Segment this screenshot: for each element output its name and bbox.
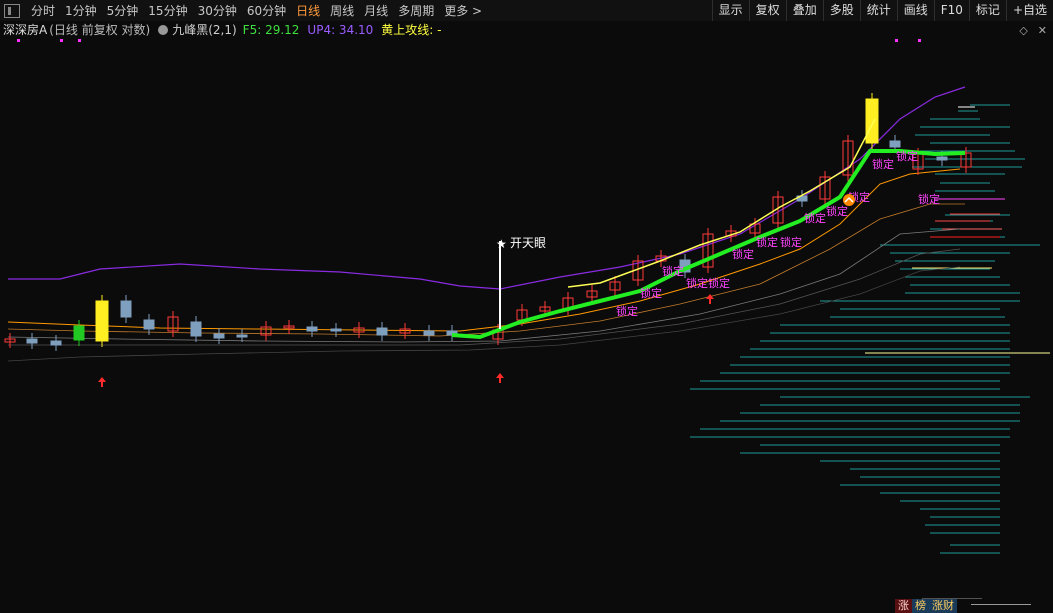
tab-15min[interactable]: 15分钟 [143, 2, 192, 19]
display-button[interactable]: 显示 [711, 0, 749, 21]
candle-body [95, 300, 109, 342]
tab-more[interactable]: 更多 > [439, 2, 487, 19]
lock-label: 锁定 [896, 149, 918, 163]
marker-dot [78, 39, 81, 42]
tag-rank[interactable]: 榜 [912, 599, 929, 613]
tab-weekly[interactable]: 周线 [325, 2, 359, 19]
tab-multi-period[interactable]: 多周期 [393, 2, 439, 19]
marker-dot [895, 39, 898, 42]
marker-circle-icon [843, 194, 855, 206]
bottom-divider [971, 604, 1031, 605]
candle-body [73, 325, 85, 341]
lock-label: 锁定 [918, 192, 940, 206]
candle-body [306, 326, 318, 332]
tab-30min[interactable]: 30分钟 [193, 2, 242, 19]
bottom-tags: 涨 榜 涨财 [895, 599, 957, 613]
lock-label: 锁定 [662, 264, 684, 278]
tab-fenshi[interactable]: 分时 [26, 2, 60, 19]
candle-body [936, 156, 948, 161]
candle-body [236, 334, 248, 338]
diamond-icon[interactable]: ◇ [1019, 24, 1027, 37]
candle-body [376, 327, 388, 336]
buy-arrow-icon [98, 377, 106, 387]
tag-rise[interactable]: 涨 [895, 599, 912, 613]
right-menu: 显示 复权 叠加 多股 统计 画线 F10 标记 +自选 [711, 0, 1053, 21]
upper-band-line [8, 86, 966, 290]
adjust-button[interactable]: 复权 [748, 0, 786, 21]
close-icon[interactable]: ✕ [1038, 24, 1047, 37]
top-toolbar: 分时 1分钟 5分钟 15分钟 30分钟 60分钟 日线 周线 月线 多周期 更… [0, 0, 1053, 22]
tab-daily[interactable]: 日线 [291, 2, 325, 19]
tab-1min[interactable]: 1分钟 [60, 2, 102, 19]
candle-body [143, 319, 155, 330]
ma-line-5 [7, 266, 961, 362]
ma-line-4 [8, 248, 961, 346]
indicator-settings-icon[interactable] [158, 25, 169, 35]
tag-rise-finance[interactable]: 涨财 [929, 599, 957, 613]
kline-chart[interactable]: ★ 开天眼锁定锁定锁定锁定 锁定锁定锁定 锁定锁定锁定锁定锁定锁定锁定 [0, 39, 1053, 599]
buy-arrow-icon [496, 373, 504, 383]
lock-label: 锁定 [616, 304, 638, 318]
candlesticks [4, 93, 972, 351]
lock-label: 锁定 [780, 235, 802, 249]
f10-button[interactable]: F10 [933, 0, 969, 21]
candle-body [865, 98, 879, 144]
volume-profile [690, 104, 1050, 554]
up4-value: UP4: 34.10 [307, 23, 374, 37]
candle-body [26, 338, 38, 344]
lock-label: 锁定 [804, 211, 826, 225]
candle-body [889, 140, 901, 148]
indicator-name[interactable]: 九峰黑(2,1) [172, 21, 236, 39]
stock-title[interactable]: 深深房A [3, 21, 47, 39]
lock-label: 锁定 [640, 286, 662, 300]
info-bar: 深深房A (日线 前复权 对数) 九峰黑(2,1) F5: 29.12 UP4:… [0, 21, 1053, 39]
marker-dot [60, 39, 63, 42]
tab-60min[interactable]: 60分钟 [242, 2, 291, 19]
star-icon: ★ [496, 237, 507, 251]
marker-dot [17, 39, 20, 42]
candle-body [50, 340, 62, 346]
candle-body [213, 333, 225, 339]
stats-button[interactable]: 统计 [859, 0, 897, 21]
lock-label: 锁定 [756, 235, 778, 249]
f5-value: F5: 29.12 [242, 23, 300, 37]
mark-button[interactable]: 标记 [968, 0, 1006, 21]
chart-mode[interactable]: (日线 前复权 对数) [49, 21, 150, 39]
lock-label: 锁定 [732, 247, 754, 261]
period-tabs: 分时 1分钟 5分钟 15分钟 30分钟 60分钟 日线 周线 月线 多周期 更… [26, 2, 487, 19]
chart-corner-buttons: ◇ ✕ [1019, 24, 1047, 37]
sidebar-toggle-icon[interactable] [4, 3, 20, 18]
lock-label: 锁定 [686, 276, 708, 290]
lock-label: 锁定 [708, 276, 730, 290]
candle-body [190, 321, 202, 337]
lock-label: 锁定 [872, 157, 894, 171]
yellow-line-value: 黄上攻线: - [381, 23, 442, 37]
tab-monthly[interactable]: 月线 [359, 2, 393, 19]
draw-line-button[interactable]: 画线 [896, 0, 934, 21]
candle-body [423, 330, 435, 336]
add-watchlist-button[interactable]: +自选 [1005, 0, 1053, 21]
overlay-button[interactable]: 叠加 [785, 0, 823, 21]
signal-labels: ★ 开天眼锁定锁定锁定锁定 锁定锁定锁定 锁定锁定锁定锁定锁定锁定锁定 [17, 39, 982, 599]
tab-5min[interactable]: 5分钟 [102, 2, 144, 19]
multi-stock-button[interactable]: 多股 [822, 0, 860, 21]
orange-ma-line [7, 168, 961, 332]
signal-label: 开天眼 [510, 236, 546, 250]
lock-label: 锁定 [826, 204, 848, 218]
marker-dot [918, 39, 921, 42]
candle-body [330, 328, 342, 332]
candle-body [120, 300, 132, 318]
